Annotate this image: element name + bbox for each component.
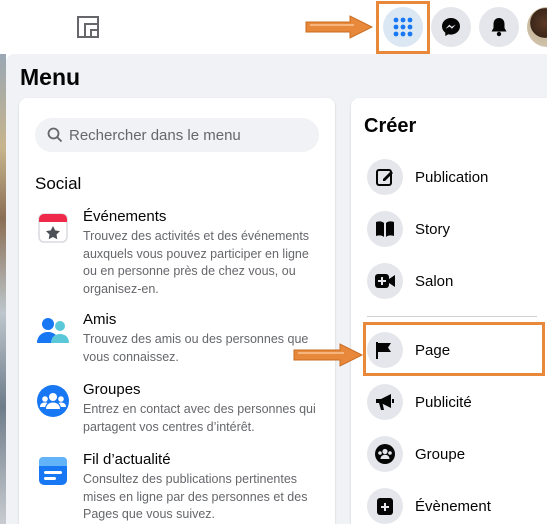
compose-icon-wrap bbox=[367, 159, 403, 195]
create-card: Créer Publication Story Salon Page Publi… bbox=[351, 98, 547, 524]
create-item-label: Publicité bbox=[415, 393, 472, 411]
create-item-label: Publication bbox=[415, 168, 489, 186]
create-item-label: Évènement bbox=[415, 497, 491, 515]
create-item-room[interactable]: Salon bbox=[367, 263, 547, 299]
event-plus-icon bbox=[377, 498, 393, 515]
news-feed-icon bbox=[39, 457, 67, 485]
menu-item-friends[interactable]: Amis Trouvez des amis ou des personnes q… bbox=[35, 311, 325, 366]
menu-item-label: Événements bbox=[83, 208, 167, 225]
bell-icon bbox=[491, 18, 507, 37]
logo-icon[interactable] bbox=[77, 16, 99, 38]
create-item-ad[interactable]: Publicité bbox=[367, 384, 547, 420]
menu-item-label: Fil d’actualité bbox=[83, 451, 171, 468]
group-icon bbox=[375, 444, 395, 464]
create-item-publication[interactable]: Publication bbox=[367, 159, 547, 195]
menu-item-description: Consultez des publications pertinentes m… bbox=[83, 472, 308, 521]
megaphone-icon-wrap bbox=[367, 384, 403, 420]
messenger-button[interactable] bbox=[431, 7, 471, 47]
menu-social-card: Social Événements Trouvez des activités … bbox=[19, 98, 335, 524]
create-item-story[interactable]: Story bbox=[367, 211, 547, 247]
event-plus-icon-wrap bbox=[367, 488, 403, 524]
menu-item-label: Amis bbox=[83, 311, 117, 328]
book-icon-wrap bbox=[367, 211, 403, 247]
notifications-button[interactable] bbox=[479, 7, 519, 47]
book-icon bbox=[376, 221, 394, 237]
top-bar bbox=[0, 0, 547, 54]
create-item-label: Groupe bbox=[415, 445, 466, 463]
create-item-event[interactable]: Évènement bbox=[367, 488, 547, 524]
create-item-group[interactable]: Groupe bbox=[367, 436, 547, 472]
menu-item-groups[interactable]: Groupes Entrez en contact avec des perso… bbox=[35, 381, 325, 436]
menu-item-description: Entrez en contact avec des personnes qui… bbox=[83, 402, 316, 434]
menu-item-news-feed[interactable]: Fil d’actualité Consultez des publicatio… bbox=[35, 451, 325, 524]
compose-icon bbox=[376, 169, 393, 186]
menu-highlight-box bbox=[376, 1, 430, 54]
group-icon-wrap bbox=[367, 436, 403, 472]
menu-item-description: Trouvez des amis ou des personnes que vo… bbox=[83, 332, 309, 364]
video-plus-icon bbox=[375, 274, 395, 288]
arrow-to-menu-icon bbox=[305, 15, 374, 39]
search-icon bbox=[47, 127, 63, 143]
divider bbox=[367, 316, 537, 317]
menu-item-description: Trouvez des activités et des événements … bbox=[83, 229, 310, 296]
create-item-label: Salon bbox=[415, 272, 454, 290]
menu-item-events[interactable]: Événements Trouvez des activités et des … bbox=[35, 208, 325, 298]
calendar-icon bbox=[38, 213, 68, 243]
search-input[interactable] bbox=[69, 126, 299, 144]
messenger-icon bbox=[442, 18, 460, 36]
create-item-label: Story bbox=[415, 220, 451, 238]
search-bar[interactable] bbox=[35, 118, 319, 152]
friends-icon bbox=[37, 318, 69, 343]
video-plus-icon-wrap bbox=[367, 263, 403, 299]
menu-title: Menu bbox=[20, 64, 81, 90]
page-highlight-box bbox=[363, 322, 545, 376]
groups-icon bbox=[37, 385, 69, 417]
avatar[interactable] bbox=[527, 7, 547, 47]
menu-item-label: Groupes bbox=[83, 381, 141, 398]
create-title: Créer bbox=[364, 115, 417, 137]
arrow-to-page-icon bbox=[293, 343, 364, 367]
section-title-social: Social bbox=[35, 174, 82, 193]
megaphone-icon bbox=[376, 394, 394, 410]
